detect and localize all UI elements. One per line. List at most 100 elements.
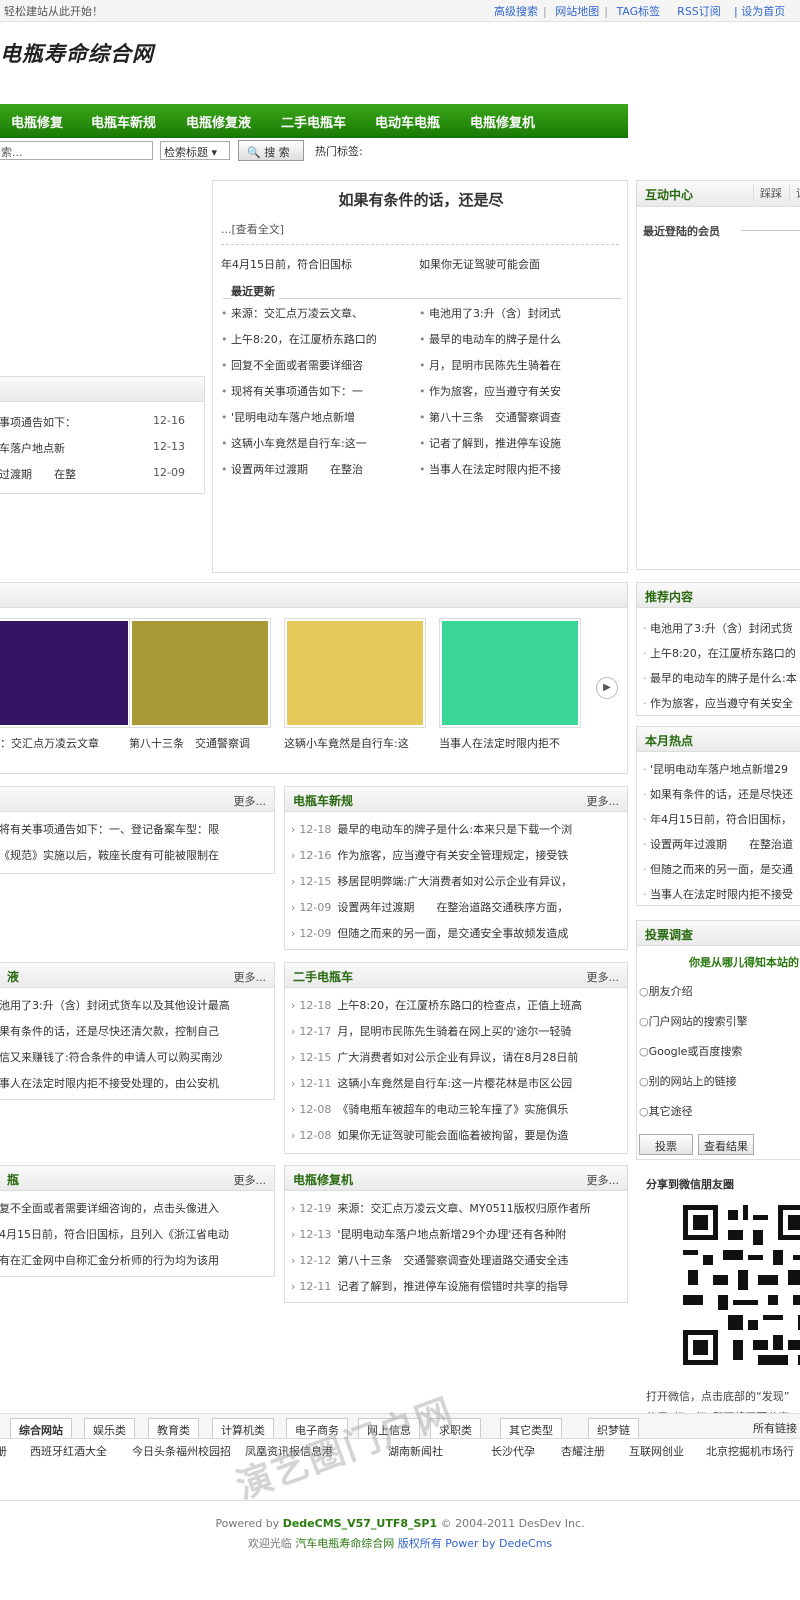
view-results-button[interactable]: 查看结果 <box>698 1134 754 1155</box>
side-list-item[interactable]: · 年4月15日前，符合旧国标， <box>643 811 800 827</box>
focus-sub-link[interactable]: 如果你无证驾驶可能会面 <box>419 256 609 272</box>
link-tab[interactable]: 综合网站 <box>10 1418 72 1438</box>
focus-sub-link[interactable]: 年4月15日前，符合旧国标 <box>221 256 411 272</box>
latest-item[interactable]: • 设置两年过渡期 在整治 <box>221 461 411 477</box>
tag-link[interactable]: TAG标签 <box>616 5 660 18</box>
table-row[interactable]: › 12-16 作为旅客，应当遵守有关安全管理规定，接受铁 <box>291 847 621 863</box>
list-item[interactable]: 将有关事项通告如下：一、登记备案车型：限 <box>0 821 269 837</box>
set-homepage-link[interactable]: | 设为首页 <box>734 3 785 19</box>
table-row[interactable]: › 12-08 《骑电瓶车被超车的电动三轮车撞了》实施俱乐 <box>291 1101 621 1117</box>
list-item[interactable]: 果有条件的话，还是尽快还清欠款，控制自己 <box>0 1023 269 1039</box>
latest-item[interactable]: • 来源：交汇点万凌云文章、 <box>221 305 411 321</box>
rss-link[interactable]: RSS订阅 <box>677 5 721 18</box>
dedecms-link[interactable]: DedeCMS_V57_UTF8_SP1 <box>283 1517 437 1530</box>
tab-interact[interactable]: 踩踩 <box>753 185 782 201</box>
side-list-item[interactable]: · 但随之而来的另一面，是交通 <box>643 861 800 877</box>
list-item[interactable]: 《规范》实施以后，鞍座长度有可能被限制在 <box>0 847 269 863</box>
table-row[interactable]: › 12-11 记者了解到，推进停车设施有偿错时共享的指导 <box>291 1278 621 1294</box>
advanced-search-link[interactable]: 高级搜索 <box>494 5 538 18</box>
latest-item[interactable]: • 现将有关事项通告如下：一 <box>221 383 411 399</box>
latest-item[interactable]: • 作为旅客，应当遵守有关安 <box>419 383 609 399</box>
next-arrow-icon[interactable]: ▶ <box>596 677 618 699</box>
table-row[interactable]: › 12-11 这辆小车竟然是自行车:这一片樱花林是市区公园 <box>291 1075 621 1091</box>
friend-link[interactable]: 北京挖掘机市场行 <box>706 1443 794 1459</box>
read-more-link[interactable]: ...[查看全文] <box>221 221 284 237</box>
friend-link[interactable]: 今日头条福州校园招 <box>132 1443 231 1459</box>
vote-option[interactable]: ○朋友介绍 <box>639 983 799 999</box>
radio-icon[interactable]: ○ <box>639 1045 649 1058</box>
table-row[interactable]: › 12-18 最早的电动车的牌子是什么:本来只是下载一个浏 <box>291 821 621 837</box>
gallery-thumb[interactable] <box>284 618 426 728</box>
link-tab[interactable]: 教育类 <box>148 1418 199 1438</box>
latest-item[interactable]: • 电池用了3:升（含）封闭式 <box>419 305 609 321</box>
list-item[interactable]: 过渡期 在整 <box>0 466 149 482</box>
radio-icon[interactable]: ○ <box>639 1015 649 1028</box>
radio-icon[interactable]: ○ <box>639 1075 649 1088</box>
list-item[interactable]: 4月15日前，符合旧国标，且列入《浙江省电动 <box>0 1226 269 1242</box>
vote-option[interactable]: ○其它途径 <box>639 1103 799 1119</box>
more-link[interactable]: 更多... <box>587 969 620 985</box>
list-item[interactable]: 池用了3:升（含）封闭式货车以及其他设计最高 <box>0 997 269 1013</box>
radio-icon[interactable]: ○ <box>639 985 649 998</box>
vote-option[interactable]: ○门户网站的搜索引擎 <box>639 1013 799 1029</box>
table-row[interactable]: › 12-13 '昆明电动车落户地点新增29个办理'还有各种附 <box>291 1226 621 1242</box>
list-item[interactable]: 有在汇金网中自称汇金分析师的行为均为该用 <box>0 1252 269 1268</box>
side-list-item[interactable]: · 当事人在法定时限内拒不接受 <box>643 886 800 902</box>
friend-link[interactable]: 长沙代孕 <box>491 1443 535 1459</box>
nav-item[interactable]: 电瓶修复机 <box>470 112 535 131</box>
latest-item[interactable]: • 最早的电动车的牌子是什么 <box>419 331 609 347</box>
table-row[interactable]: › 12-12 第八十三条 交通警察调查处理道路交通安全违 <box>291 1252 621 1268</box>
sitemap-link[interactable]: 网站地图 <box>555 5 599 18</box>
all-links-link[interactable]: 所有链接 <box>753 1420 797 1436</box>
table-row[interactable]: › 12-17 月，昆明市民陈先生骑着在网上买的'途尔一轻骑 <box>291 1023 621 1039</box>
latest-item[interactable]: • 月，昆明市民陈先生骑着在 <box>419 357 609 373</box>
table-row[interactable]: › 12-19 来源：交汇点万凌云文章、MY0511版权归原作者所 <box>291 1200 621 1216</box>
vote-option[interactable]: ○Google或百度搜索 <box>639 1043 799 1059</box>
table-row[interactable]: › 12-15 广大消费者如对公示企业有异议，请在8月28日前 <box>291 1049 621 1065</box>
latest-item[interactable]: • 第八十三条 交通警察调查 <box>419 409 609 425</box>
friend-link[interactable]: 西班牙红酒大全 <box>30 1443 107 1459</box>
latest-item[interactable]: • 记者了解到，推进停车设施 <box>419 435 609 451</box>
side-list-item[interactable]: · 作为旅客，应当遵守有关安全 <box>643 695 800 711</box>
side-list-item[interactable]: · 电池用了3:升（含）封闭式货 <box>643 620 800 636</box>
side-list-item[interactable]: · 最早的电动车的牌子是什么:本 <box>643 670 800 686</box>
more-link[interactable]: 更多... <box>587 1172 620 1188</box>
nav-item[interactable]: 电动车电瓶 <box>375 112 440 131</box>
nav-item[interactable]: 电瓶修复 <box>11 112 63 131</box>
friend-link[interactable]: 杏耀注册 <box>561 1443 605 1459</box>
site-name-link[interactable]: 汽车电瓶寿命综合网 <box>295 1537 394 1550</box>
more-link[interactable]: 更多... <box>234 793 267 809</box>
link-tab[interactable]: 娱乐类 <box>84 1418 135 1438</box>
friend-link[interactable]: 互联网创业 <box>629 1443 684 1459</box>
gallery-caption[interactable]: 源：交汇点万凌云文章 <box>0 735 131 751</box>
nav-item[interactable]: 电瓶修复液 <box>186 112 251 131</box>
gallery-thumb[interactable] <box>439 618 581 728</box>
side-list-item[interactable]: · '昆明电动车落户地点新增29 <box>643 761 800 777</box>
list-item[interactable]: 复不全面或者需要详细咨询的，点击头像进入 <box>0 1200 269 1216</box>
list-item[interactable]: 事项通告如下： <box>0 414 149 430</box>
list-item[interactable]: 信又来赚钱了:符合条件的申请人可以购买南沙 <box>0 1049 269 1065</box>
friend-link[interactable]: 册 <box>0 1443 7 1459</box>
latest-item[interactable]: • '昆明电动车落户地点新增 <box>221 409 411 425</box>
focus-headline[interactable]: 如果有条件的话，还是尽 <box>213 189 629 210</box>
table-row[interactable]: › 12-09 但随之而来的另一面，是交通安全事故频发造成 <box>291 925 621 941</box>
list-item[interactable]: 事人在法定时限内拒不接受处理的，由公安机 <box>0 1075 269 1091</box>
tab-interact[interactable]: 评 <box>789 185 800 201</box>
link-tab[interactable]: 织梦链 <box>588 1418 639 1438</box>
latest-item[interactable]: • 回复不全面或者需要详细咨 <box>221 357 411 373</box>
link-tab[interactable]: 其它类型 <box>500 1418 562 1438</box>
search-type-select[interactable]: 检索标题 ▾ <box>160 141 230 160</box>
gallery-caption[interactable]: 当事人在法定时限内拒不 <box>439 735 581 751</box>
latest-item[interactable]: • 这辆小车竟然是自行车:这一 <box>221 435 411 451</box>
gallery-caption[interactable]: 这辆小车竟然是自行车:这 <box>284 735 426 751</box>
table-row[interactable]: › 12-09 设置两年过渡期 在整治道路交通秩序方面， <box>291 899 621 915</box>
vote-button[interactable]: 投票 <box>639 1134 693 1155</box>
vote-option[interactable]: ○别的网站上的链接 <box>639 1073 799 1089</box>
gallery-thumb[interactable] <box>129 618 271 728</box>
gallery-thumb[interactable] <box>0 618 131 728</box>
list-item[interactable]: 车落户地点新 <box>0 440 149 456</box>
side-list-item[interactable]: · 设置两年过渡期 在整治道 <box>643 836 800 852</box>
search-button[interactable]: 🔍 搜 索 <box>238 140 304 161</box>
link-tab[interactable]: 计算机类 <box>212 1418 274 1438</box>
site-logo[interactable]: 电瓶寿命综合网 <box>0 38 154 68</box>
